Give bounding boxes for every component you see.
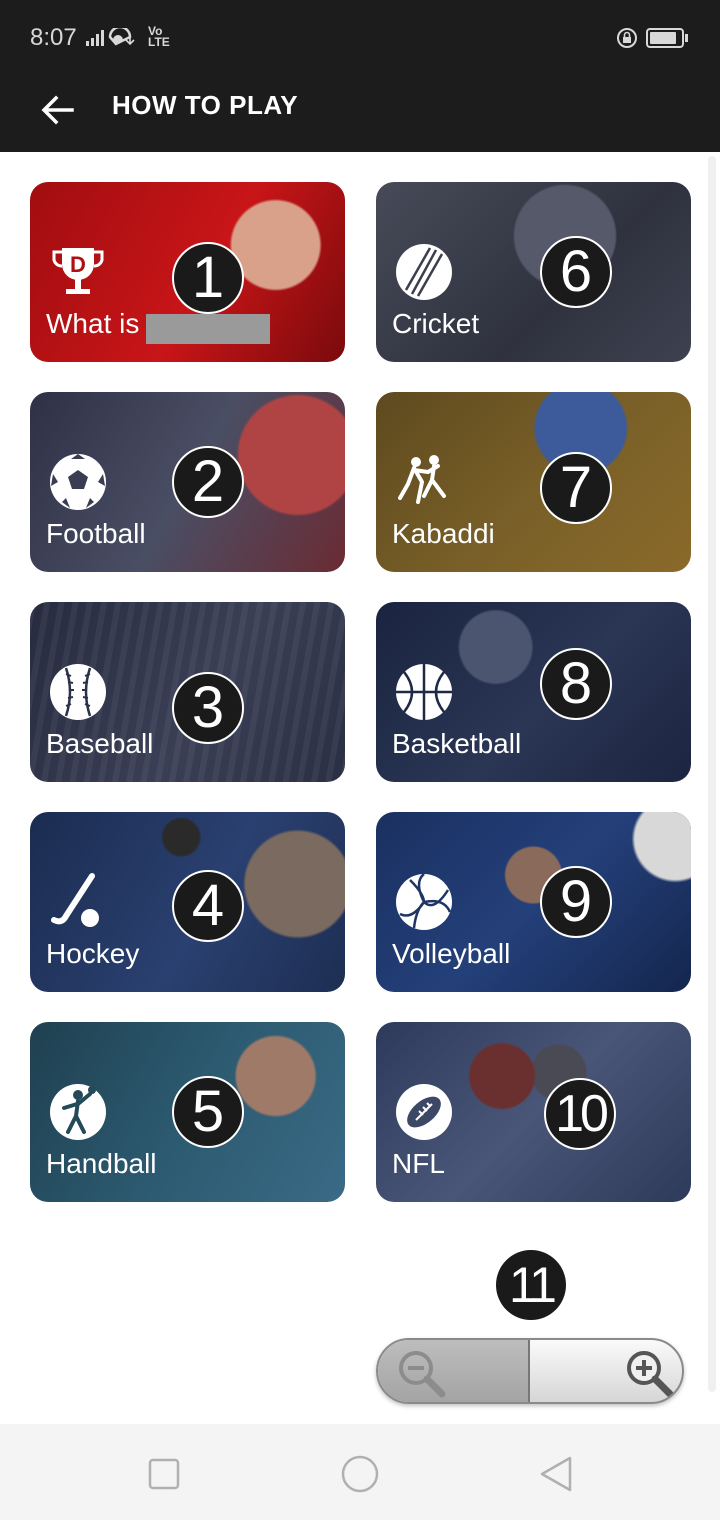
- triangle-back-icon[interactable]: [534, 1452, 578, 1496]
- status-time: 8:07: [30, 24, 77, 51]
- rotation-lock-icon: [617, 28, 637, 48]
- svg-text:D: D: [70, 252, 86, 277]
- baseball-icon: [50, 664, 106, 720]
- card-cricket[interactable]: Cricket: [376, 182, 691, 362]
- card-label: Kabaddi: [392, 518, 495, 549]
- zoom-in-icon: [627, 1351, 674, 1398]
- american-football-icon: [396, 1084, 452, 1140]
- cricket-ball-icon: [396, 244, 452, 300]
- annotation-badge: 4: [172, 870, 244, 942]
- system-nav-bar: [0, 1424, 720, 1520]
- annotation-badge: 9: [540, 866, 612, 938]
- annotation-badge: 2: [172, 446, 244, 518]
- annotation-badge: 8: [540, 648, 612, 720]
- annotation-badge: 5: [172, 1076, 244, 1148]
- page-title: HOW TO PLAY: [112, 90, 299, 120]
- app-bar: HOW TO PLAY: [0, 72, 720, 152]
- circle-icon[interactable]: [338, 1452, 382, 1496]
- back-button[interactable]: [34, 86, 82, 134]
- annotation-badge: 3: [172, 672, 244, 744]
- kabaddi-icon: [398, 455, 446, 504]
- status-bar: 8:07 Vo LTE: [0, 0, 720, 72]
- card-label: What is: [46, 308, 140, 339]
- card-label: Cricket: [392, 308, 480, 339]
- battery-icon: [646, 28, 688, 48]
- card-kabaddi[interactable]: Kabaddi: [376, 392, 691, 572]
- card-volleyball[interactable]: Volleyball: [376, 812, 691, 992]
- annotation-badge: 1: [172, 242, 244, 314]
- zoom-out-button[interactable]: [378, 1340, 530, 1402]
- card-label: Basketball: [392, 728, 522, 759]
- scrollbar[interactable]: [708, 156, 716, 1392]
- card-label: Volleyball: [392, 938, 511, 969]
- volleyball-icon: [396, 873, 452, 930]
- card-label: Baseball: [46, 728, 154, 759]
- signal-icon: [86, 28, 135, 46]
- annotation-badge: 11: [496, 1250, 566, 1320]
- card-label: NFL: [392, 1148, 445, 1179]
- card-label: Handball: [46, 1148, 157, 1179]
- annotation-badge: 10: [544, 1078, 616, 1150]
- arrow-left-icon: [41, 95, 74, 125]
- annotation-badge: 7: [540, 452, 612, 524]
- hockey-icon: [51, 873, 99, 927]
- zoom-out-icon: [399, 1351, 446, 1398]
- card-basketball[interactable]: Basketball: [376, 602, 691, 782]
- volte-label: Vo LTE: [148, 24, 170, 49]
- annotation-badge: 6: [540, 236, 612, 308]
- square-icon[interactable]: [142, 1452, 186, 1496]
- zoom-in-button[interactable]: [532, 1340, 682, 1402]
- handball-icon: [50, 1084, 106, 1140]
- card-label: Hockey: [46, 938, 140, 969]
- dream11-trophy-icon: D: [52, 248, 104, 294]
- card-nfl[interactable]: NFL: [376, 1022, 691, 1202]
- card-label: Football: [46, 518, 146, 549]
- zoom-control: [376, 1338, 684, 1404]
- redacted-text: [146, 314, 270, 344]
- football-icon: [50, 454, 106, 510]
- basketball-icon: [396, 664, 452, 720]
